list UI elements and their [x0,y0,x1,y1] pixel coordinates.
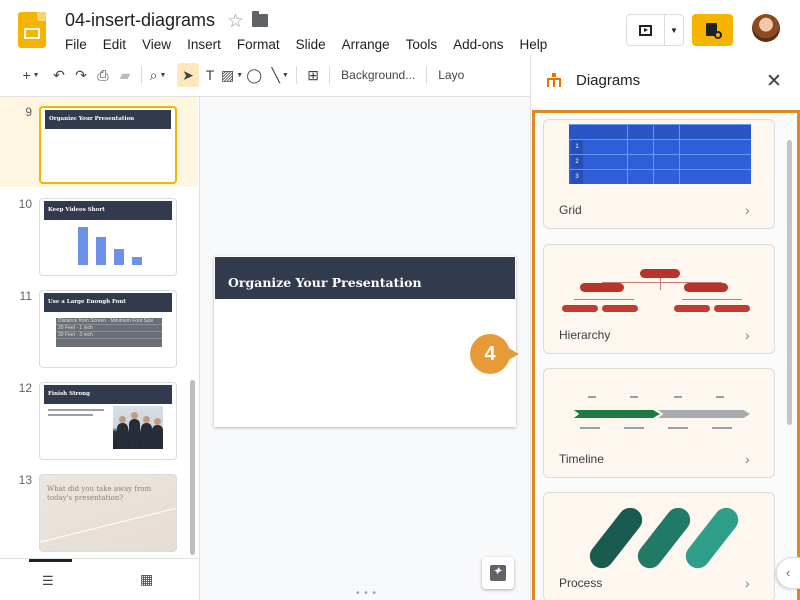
filmstrip: 9 Organize Your Presentation 10 Keep Vid… [0,97,198,558]
document-title[interactable]: 04-insert-diagrams [65,10,215,31]
present-icon[interactable] [627,15,665,45]
slide-thumbnail[interactable]: Organize Your Presentation [39,106,177,184]
grid-view-icon[interactable]: ▦ [140,571,153,588]
slide-thumb-row[interactable]: 9 Organize Your Presentation [0,97,198,187]
slide-thumbnail[interactable]: What did you take away from today's pres… [39,474,177,552]
slide-thumb-row[interactable]: 11 Use a Large Enough Font Distance from… [0,281,198,371]
menu-tools[interactable]: Tools [398,37,446,52]
highlight-box [532,110,800,600]
slide-number: 13 [18,473,32,487]
collapse-panel-icon[interactable]: ‹ [776,557,800,589]
thumb-title: Finish Strong [44,385,172,404]
close-icon[interactable]: ✕ [766,70,782,93]
redo-icon[interactable]: ↷ [70,63,92,87]
thumb-title: Organize Your Presentation [45,110,171,129]
menu-slide[interactable]: Slide [288,37,334,52]
paint-format-icon[interactable]: ▰ [114,63,136,87]
comment-icon[interactable]: ⊞ [302,63,324,87]
avatar[interactable] [752,14,780,42]
star-icon[interactable]: ☆ [227,10,244,33]
menu-addons[interactable]: Add-ons [445,37,511,52]
slide-number: 9 [25,105,32,119]
filmstrip-view-icon[interactable]: ☰ [42,573,54,589]
menu-help[interactable]: Help [511,37,555,52]
slide-number: 12 [18,381,32,395]
print-icon[interactable]: ⎙ [92,63,114,87]
shape-icon[interactable]: ◯ [243,63,265,87]
slide-number: 10 [18,197,32,211]
thumb-title: Keep Videos Short [44,201,172,220]
share-button[interactable] [692,14,733,46]
toolbar: + ▼ ↶ ↷ ⎙ ▰ ⌕ ▼ ➤ T ▨ ▼ ◯ ╲ ▼ ⊞ Background..… [20,62,530,88]
layout-button[interactable]: Layo [432,63,470,87]
thumb-bar-chart [74,227,144,269]
folder-icon[interactable] [252,11,268,27]
slide-thumb-row[interactable]: 12 Finish Strong [0,373,198,463]
thumb-photo [113,406,163,449]
thumb-body-text [48,409,104,419]
background-button[interactable]: Background... [335,63,421,87]
step-callout: 4 [470,334,519,376]
menu-format[interactable]: Format [229,37,288,52]
line-icon[interactable]: ╲ ▼ [269,63,291,87]
slide-title[interactable]: Organize Your Presentation [215,257,515,299]
menu-edit[interactable]: Edit [95,37,134,52]
present-button[interactable]: ▼ [626,14,684,46]
filmstrip-scrollbar[interactable] [190,380,195,555]
thumb-title: What did you take away from today's pres… [47,485,152,502]
menu-insert[interactable]: Insert [179,37,229,52]
menu-view[interactable]: View [134,37,179,52]
select-cursor-icon[interactable]: ➤ [177,63,199,87]
slide-number: 11 [19,289,32,303]
diagram-icon [546,73,562,87]
explore-button[interactable] [482,557,514,589]
textbox-icon[interactable]: T [199,63,221,87]
menu-file[interactable]: File [57,37,95,52]
slide-thumbnail[interactable]: Use a Large Enough Font Distance from Sc… [39,290,177,368]
slide-thumbnail[interactable]: Keep Videos Short [39,198,177,276]
thumb-title: Use a Large Enough Font [44,293,172,312]
speaker-notes-handle[interactable]: • • • [356,588,377,599]
filmstrip-footer: ☰ ▦ [0,558,198,600]
slides-logo-icon[interactable] [18,12,46,48]
slide-thumbnail[interactable]: Finish Strong [39,382,177,460]
undo-icon[interactable]: ↶ [48,63,70,87]
present-dropdown-icon[interactable]: ▼ [665,15,683,45]
menu-bar: File Edit View Insert Format Slide Arran… [57,37,555,52]
explore-icon [490,564,506,581]
zoom-icon[interactable]: ⌕ ▼ [147,63,169,87]
slide-thumb-row[interactable]: 13 What did you take away from today's p… [0,465,198,555]
new-slide-icon[interactable]: + ▼ [20,63,42,87]
image-icon[interactable]: ▨ ▼ [221,63,243,87]
menu-arrange[interactable]: Arrange [334,37,398,52]
thumb-table: Distance from Screen · Minimum Font Size… [56,318,162,347]
panel-title: Diagrams [576,72,641,89]
step-number: 4 [470,334,510,374]
slide-thumb-row[interactable]: 10 Keep Videos Short [0,189,198,279]
